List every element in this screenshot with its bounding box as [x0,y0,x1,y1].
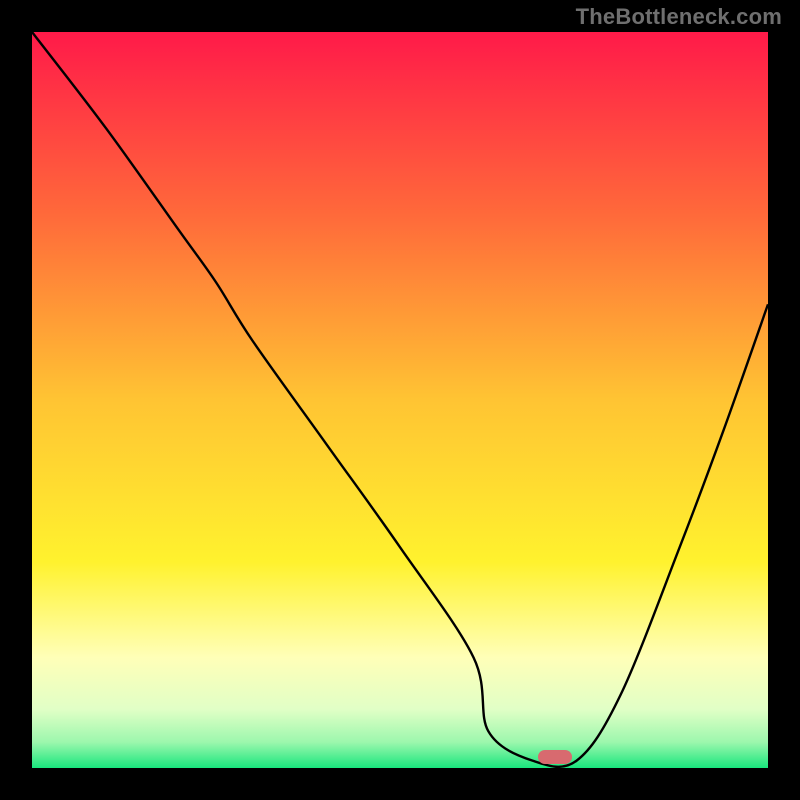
plot-area [32,32,768,768]
bottleneck-curve [32,32,768,767]
chart-frame: TheBottleneck.com [0,0,800,800]
watermark-text: TheBottleneck.com [576,4,782,30]
curve-layer [32,32,768,768]
optimal-marker [538,750,572,764]
